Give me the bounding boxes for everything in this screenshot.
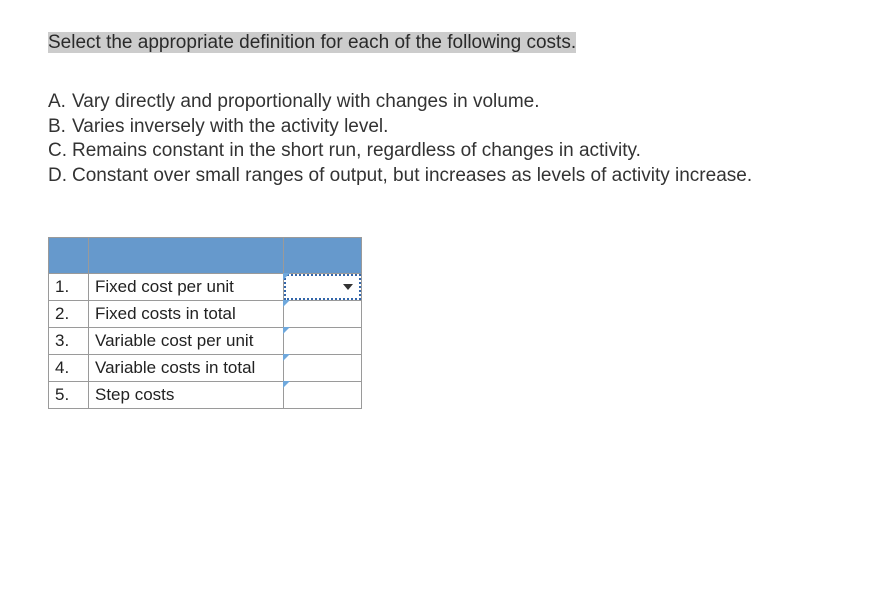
row-number: 4. [49, 354, 89, 381]
chevron-down-icon [343, 284, 353, 290]
cell-notch-icon [283, 327, 290, 334]
row-label: Variable costs in total [89, 354, 284, 381]
row-label: Fixed cost per unit [89, 273, 284, 300]
cell-notch-icon [283, 273, 290, 280]
row-label: Fixed costs in total [89, 300, 284, 327]
definition-text: Vary directly and proportionally with ch… [72, 90, 540, 115]
table-row: 3. Variable cost per unit [49, 327, 362, 354]
table-row: 5. Step costs [49, 381, 362, 408]
definition-letter: A. [48, 90, 72, 115]
row-number: 2. [49, 300, 89, 327]
answer-dropdown[interactable] [284, 301, 361, 327]
table-row: 1. Fixed cost per unit [49, 273, 362, 300]
answer-dropdown[interactable] [284, 382, 361, 408]
row-number: 3. [49, 327, 89, 354]
table-row: 4. Variable costs in total [49, 354, 362, 381]
definition-text: Remains constant in the short run, regar… [72, 139, 641, 164]
row-number: 1. [49, 273, 89, 300]
answer-dropdown[interactable] [284, 274, 361, 300]
cell-notch-icon [283, 354, 290, 361]
table-header-blank-answer [284, 237, 362, 273]
matching-table: 1. Fixed cost per unit 2. Fixed costs in… [48, 237, 362, 409]
definition-text: Varies inversely with the activity level… [72, 115, 388, 140]
cell-notch-icon [283, 381, 290, 388]
row-label: Step costs [89, 381, 284, 408]
cell-notch-icon [283, 300, 290, 307]
table-row: 2. Fixed costs in total [49, 300, 362, 327]
definition-letter: D. [48, 164, 72, 189]
definition-letter: C. [48, 139, 72, 164]
answer-dropdown[interactable] [284, 328, 361, 354]
table-header-blank-num [49, 237, 89, 273]
row-number: 5. [49, 381, 89, 408]
table-header-blank-label [89, 237, 284, 273]
definition-letter: B. [48, 115, 72, 140]
row-label: Variable cost per unit [89, 327, 284, 354]
definitions-list: A. Vary directly and proportionally with… [48, 90, 838, 189]
instruction-text: Select the appropriate definition for ea… [48, 32, 576, 53]
definition-text: Constant over small ranges of output, bu… [72, 164, 752, 189]
answer-dropdown[interactable] [284, 355, 361, 381]
